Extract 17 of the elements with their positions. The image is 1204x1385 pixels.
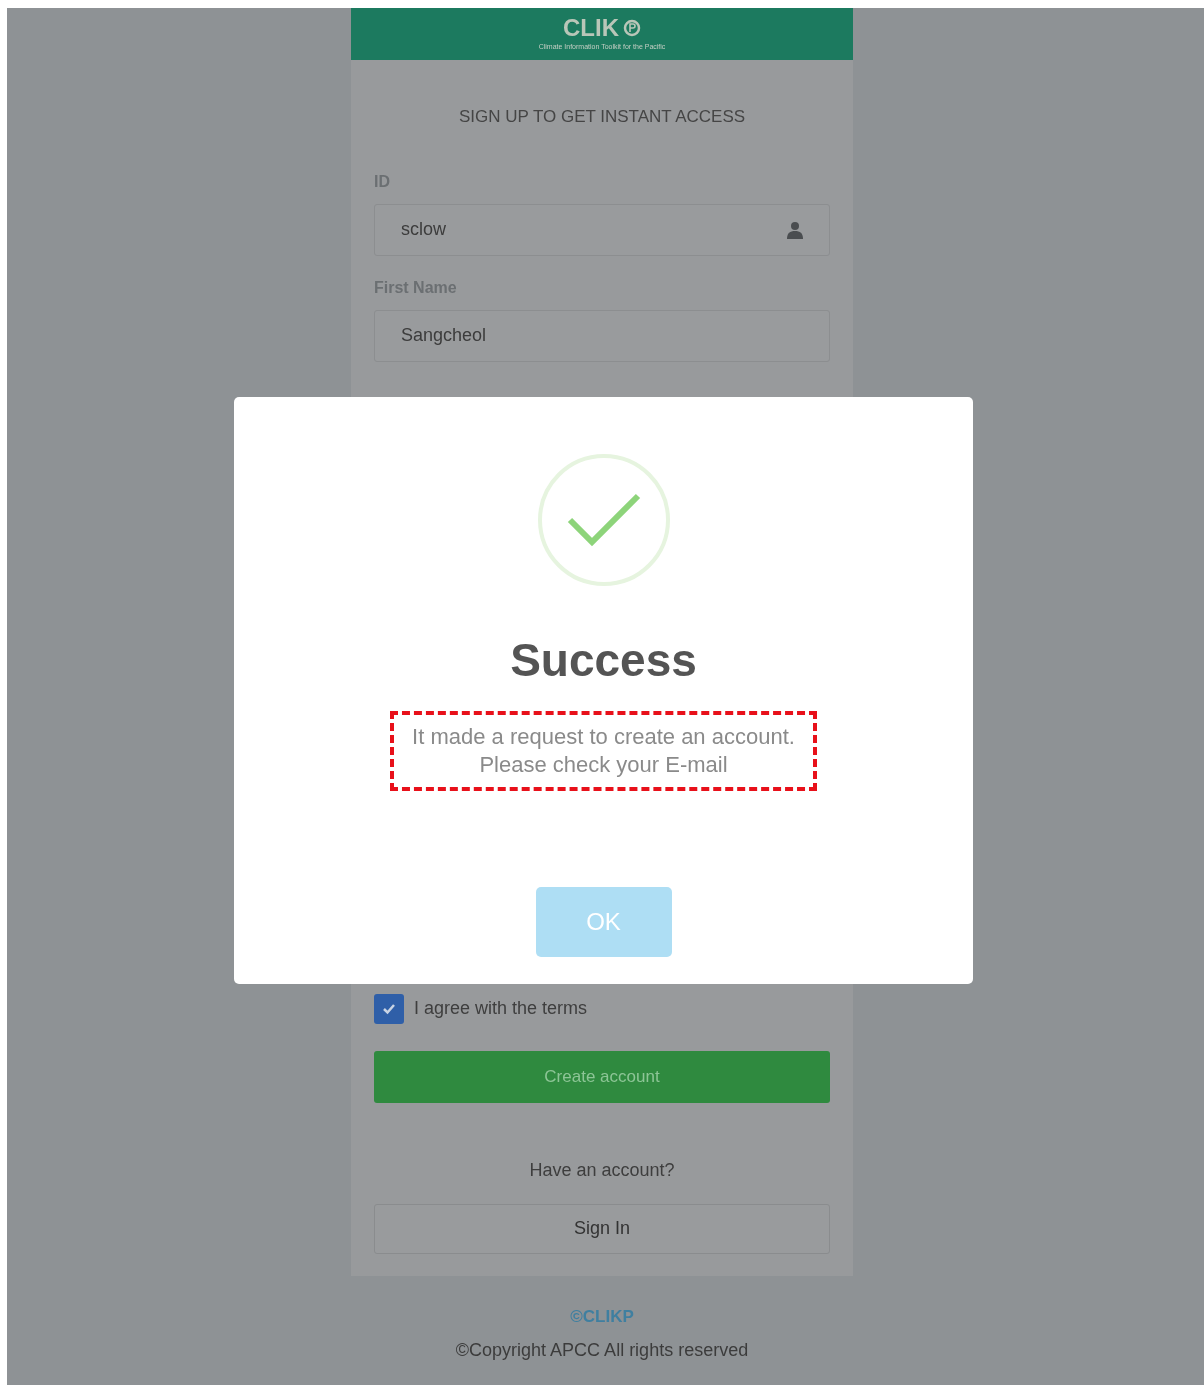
logo-title: CLIK	[563, 15, 619, 40]
signin-prompt: Have an account?	[528, 1158, 676, 1182]
dialog-message: It made a request to create an account.	[412, 723, 795, 751]
dialog-title: Success	[510, 633, 697, 688]
terms-label: I agree with the terms	[414, 997, 588, 1020]
user-icon	[787, 220, 803, 239]
text-field[interactable]: sclow	[374, 203, 830, 256]
terms-checkbox[interactable]	[374, 993, 404, 1024]
dialog-message: Please check your E-mail	[479, 751, 728, 779]
success-check-icon	[537, 454, 670, 586]
circled-p-icon	[623, 18, 641, 37]
form-heading: SIGN UP TO GET INSTANT ACCESS	[457, 106, 747, 128]
check-icon	[382, 1002, 396, 1015]
create-account-button[interactable]: Create account	[374, 1050, 830, 1103]
text-field[interactable]: Sangcheol	[374, 309, 830, 362]
sign-in-button[interactable]: Sign In	[374, 1203, 830, 1254]
copyright-text: ©Copyright APCC All rights reserved	[455, 1339, 749, 1362]
